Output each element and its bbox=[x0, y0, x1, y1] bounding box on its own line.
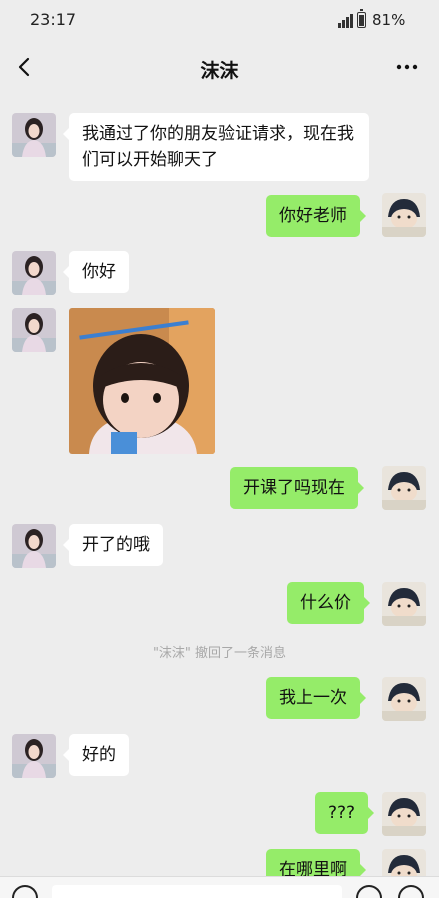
more-icon[interactable] bbox=[392, 56, 422, 78]
sticker-image[interactable] bbox=[69, 308, 215, 454]
message-bubble[interactable]: 开了的哦 bbox=[63, 524, 163, 566]
emoji-icon[interactable] bbox=[356, 885, 382, 898]
my-avatar[interactable] bbox=[382, 582, 426, 626]
status-time: 23:17 bbox=[30, 10, 77, 29]
message-bubble[interactable]: 好的 bbox=[63, 734, 129, 776]
message-bubble[interactable]: 我通过了你的朋友验证请求，现在我们可以开始聊天了 bbox=[63, 113, 369, 181]
my-avatar[interactable] bbox=[382, 792, 426, 836]
clipped-system-note bbox=[130, 84, 310, 96]
contact-avatar[interactable] bbox=[12, 251, 56, 295]
signal-icon bbox=[338, 14, 353, 28]
contact-avatar[interactable] bbox=[12, 308, 56, 352]
message-bubble[interactable]: 开课了吗现在 bbox=[230, 467, 364, 509]
chat-title: 沫沫 bbox=[200, 60, 239, 82]
contact-avatar[interactable] bbox=[12, 113, 56, 157]
message-bubble[interactable]: 我上一次 bbox=[266, 677, 366, 719]
battery-icon bbox=[357, 9, 366, 28]
message-input[interactable] bbox=[52, 885, 342, 898]
contact-avatar[interactable] bbox=[12, 524, 56, 568]
battery-level: 81% bbox=[372, 11, 406, 29]
status-bar: 23:17 81% bbox=[0, 0, 439, 44]
input-bar bbox=[0, 876, 439, 898]
message-bubble[interactable]: 你好 bbox=[63, 251, 129, 293]
contact-avatar[interactable] bbox=[12, 734, 56, 778]
message-bubble[interactable]: 你好老师 bbox=[266, 195, 366, 237]
my-avatar[interactable] bbox=[382, 193, 426, 237]
my-avatar[interactable] bbox=[382, 677, 426, 721]
recall-notice: "沫沫" 撤回了一条消息 bbox=[152, 646, 287, 661]
message-bubble[interactable]: 什么价 bbox=[287, 582, 370, 624]
my-avatar[interactable] bbox=[382, 466, 426, 510]
plus-icon[interactable] bbox=[398, 885, 424, 898]
voice-icon[interactable] bbox=[12, 885, 38, 898]
message-bubble[interactable]: ??? bbox=[315, 792, 375, 834]
